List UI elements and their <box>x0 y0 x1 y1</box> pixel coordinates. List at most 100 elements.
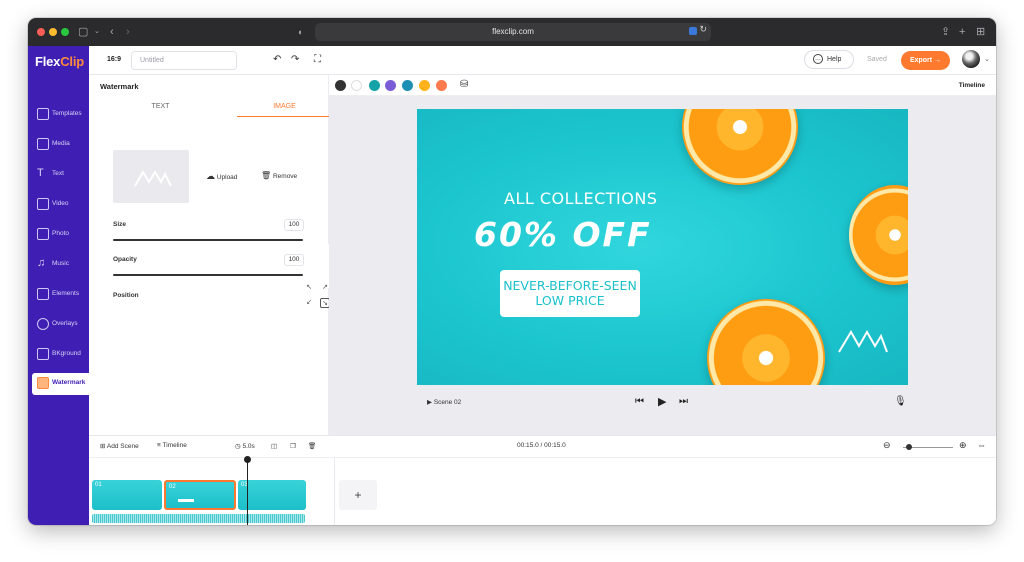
zoom-slider-handle[interactable] <box>906 444 912 450</box>
position-top-left-button[interactable]: ↖ <box>304 283 314 293</box>
skip-back-icon[interactable]: ⏮ <box>635 395 644 409</box>
cloud-upload-icon: ☁ <box>206 171 215 181</box>
sidebar-item-elements[interactable]: Elements <box>32 284 89 306</box>
skip-forward-icon[interactable]: ⏭ <box>679 395 688 409</box>
minimize-window-button[interactable] <box>49 28 57 36</box>
app-logo[interactable]: FlexClip <box>35 54 84 69</box>
tab-text[interactable]: TEXT <box>113 100 208 117</box>
microphone-icon[interactable]: 🎙 <box>894 395 907 409</box>
position-bottom-left-button[interactable]: ↙ <box>304 298 314 308</box>
trash-icon: 🗑 <box>261 171 272 180</box>
redo-icon[interactable]: ↷ <box>291 54 299 66</box>
scene-clip[interactable]: 03 <box>238 480 306 510</box>
scene-clip[interactable]: 01 <box>92 480 162 510</box>
watermark-logo-icon[interactable] <box>837 324 889 356</box>
size-slider[interactable] <box>113 239 303 241</box>
sidebar-item-watermark[interactable]: Watermark <box>32 373 89 395</box>
video-canvas[interactable]: ALL COLLECTIONS 60% OFF NEVER-BEFORE-SEE… <box>417 109 908 385</box>
trash-icon[interactable]: 🗑 <box>308 442 316 450</box>
remove-button[interactable]: 🗑 Remove <box>261 171 297 180</box>
sidebar-item-label: Media <box>52 140 70 147</box>
tab-image[interactable]: IMAGE <box>237 100 332 117</box>
color-swatch[interactable] <box>385 80 396 91</box>
help-button[interactable]: … Help <box>804 50 854 69</box>
color-swatch[interactable] <box>369 80 380 91</box>
duplicate-icon[interactable]: ❐ <box>290 442 296 450</box>
play-icon[interactable]: ▶ <box>658 395 666 409</box>
new-tab-icon[interactable]: + <box>959 24 965 40</box>
offer-text[interactable]: 60% OFF <box>474 215 652 254</box>
audio-waveform[interactable] <box>92 514 305 523</box>
tab-overview-icon[interactable]: ⊞ <box>976 24 985 40</box>
zoom-in-icon[interactable]: ⊕ <box>959 440 967 451</box>
fullscreen-icon[interactable]: ⛶ <box>314 54 321 66</box>
color-swatch[interactable] <box>436 80 447 91</box>
reload-icon[interactable]: ↻ <box>699 24 707 35</box>
sidebar-item-background[interactable]: BKground <box>32 344 89 366</box>
translate-icon[interactable] <box>689 27 697 35</box>
color-swatch[interactable] <box>335 80 346 91</box>
sidebar-item-label: Elements <box>52 290 80 297</box>
close-window-button[interactable] <box>37 28 45 36</box>
color-swatch[interactable] <box>419 80 430 91</box>
avatar[interactable] <box>962 50 980 68</box>
stage: ALL COLLECTIONS 60% OFF NEVER-BEFORE-SEE… <box>329 96 996 435</box>
text-icon: T <box>37 167 44 179</box>
upload-label: Upload <box>216 174 238 181</box>
chevron-down-icon[interactable]: ⌄ <box>984 55 990 63</box>
panel-title: Watermark <box>100 82 139 91</box>
maximize-window-button[interactable] <box>61 28 69 36</box>
opacity-slider[interactable] <box>113 274 303 276</box>
color-swatch[interactable] <box>402 80 413 91</box>
size-value-input[interactable]: 100 <box>284 219 304 231</box>
sidebar-item-label: Watermark <box>52 379 86 386</box>
scene-clip-selected[interactable]: 02 <box>164 480 236 510</box>
color-swatch[interactable] <box>351 80 362 91</box>
aspect-ratio-button[interactable]: 16:9 <box>107 56 121 63</box>
sidebar-toggle-icon[interactable]: ▢ <box>78 24 88 40</box>
sidebar-item-templates[interactable]: Templates <box>32 104 89 126</box>
sidebar-item-media[interactable]: Media <box>32 134 89 156</box>
fit-timeline-icon[interactable]: ⇔ <box>977 440 986 450</box>
forward-icon[interactable]: › <box>126 24 130 40</box>
add-scene-button[interactable]: ⊞ Add Scene <box>100 442 139 450</box>
sidebar-item-overlays[interactable]: Overlays <box>32 314 89 336</box>
scene-label: Scene 02 <box>433 399 462 406</box>
timeline-link[interactable]: Timeline <box>959 82 985 89</box>
upload-button[interactable]: ☁ Upload <box>206 171 237 182</box>
address-bar[interactable]: flexclip.com ↻ <box>315 23 711 41</box>
timeline-end-marker <box>334 458 335 525</box>
add-clip-button[interactable]: + <box>339 480 377 510</box>
playhead[interactable] <box>247 457 248 525</box>
sidebar-item-video[interactable]: Video <box>32 194 89 216</box>
sidebar-item-label: Overlays <box>52 320 78 327</box>
timeline-button[interactable]: ≡ Timeline <box>157 442 187 449</box>
opacity-value-input[interactable]: 100 <box>284 254 304 266</box>
share-icon[interactable]: ⇪ <box>941 24 950 40</box>
chat-icon: … <box>813 54 823 64</box>
export-button[interactable]: Export → <box>901 51 950 70</box>
sidebar-item-label: Text <box>52 170 64 177</box>
paint-bucket-icon[interactable]: ⛁ <box>460 79 468 90</box>
split-icon[interactable]: ◫ <box>271 442 277 450</box>
timeline-divider <box>89 457 996 458</box>
chevron-down-icon[interactable]: ⌄ <box>94 24 100 40</box>
zoom-out-icon[interactable]: ⊖ <box>883 440 891 451</box>
size-label: Size <box>113 221 127 228</box>
remove-label: Remove <box>272 173 298 180</box>
sidebar-item-music[interactable]: ♫ Music <box>32 254 89 276</box>
scene-indicator[interactable]: ▶ Scene 02 <box>427 398 461 406</box>
project-title-input[interactable]: Untitled <box>131 51 237 70</box>
sidebar-item-label: Photo <box>52 230 69 237</box>
duration-button[interactable]: ◷ 5.0s <box>235 442 255 450</box>
sidebar-item-text[interactable]: T Text <box>32 164 89 186</box>
playhead-handle[interactable] <box>244 456 251 463</box>
headline-text[interactable]: ALL COLLECTIONS <box>504 189 657 208</box>
browser-toolbar: ▢ ⌄ ‹ › ◐ flexclip.com ↻ ⇪ + ⊞ <box>28 18 996 46</box>
shield-icon[interactable]: ◐ <box>298 24 303 40</box>
back-icon[interactable]: ‹ <box>110 24 114 40</box>
tag-box[interactable]: NEVER-BEFORE-SEEN LOW PRICE <box>500 270 640 317</box>
browser-window: ▢ ⌄ ‹ › ◐ flexclip.com ↻ ⇪ + ⊞ FlexClip … <box>28 18 996 525</box>
undo-icon[interactable]: ↶ <box>273 54 281 66</box>
sidebar-item-photo[interactable]: Photo <box>32 224 89 246</box>
